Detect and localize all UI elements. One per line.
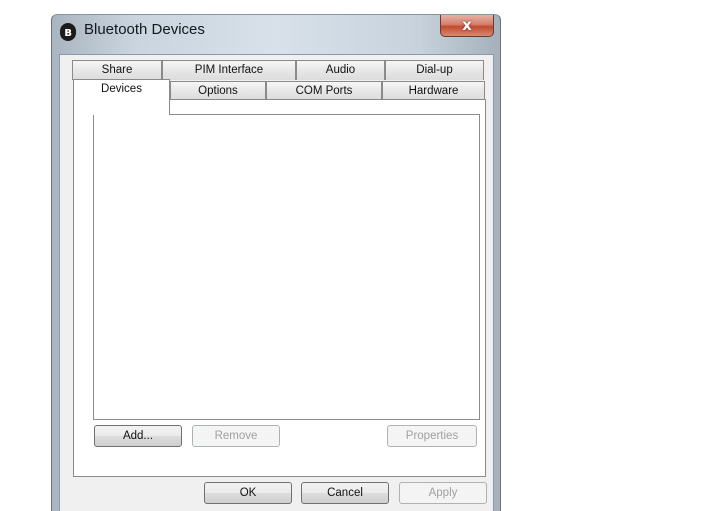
title-bar[interactable]: ʙ Bluetooth Devices x: [52, 15, 500, 53]
dialog-body: Share PIM Interface Audio Dial-up Device…: [59, 54, 494, 511]
tab-com-ports[interactable]: COM Ports: [266, 81, 382, 100]
remove-button[interactable]: Remove: [192, 425, 280, 447]
cancel-button[interactable]: Cancel: [301, 482, 389, 504]
apply-button[interactable]: Apply: [399, 482, 487, 504]
tab-options[interactable]: Options: [170, 81, 266, 100]
tab-audio[interactable]: Audio: [296, 60, 385, 80]
close-icon: x: [462, 16, 472, 34]
bluetooth-devices-window: ʙ Bluetooth Devices x Share PIM Interfac…: [51, 14, 501, 511]
tab-dial-up[interactable]: Dial-up: [385, 60, 484, 80]
tab-hardware[interactable]: Hardware: [382, 81, 485, 100]
device-list[interactable]: [93, 114, 480, 420]
bluetooth-icon: ʙ: [60, 23, 76, 41]
devices-tab-panel: Add... Remove Properties: [73, 99, 486, 477]
tab-share[interactable]: Share: [72, 60, 162, 80]
properties-button[interactable]: Properties: [387, 425, 477, 447]
tab-devices[interactable]: Devices: [73, 79, 170, 115]
window-title: Bluetooth Devices: [84, 21, 205, 38]
close-button[interactable]: x: [440, 15, 494, 37]
add-button[interactable]: Add...: [94, 425, 182, 447]
tab-pim-interface[interactable]: PIM Interface: [162, 60, 296, 80]
ok-button[interactable]: OK: [204, 482, 292, 504]
